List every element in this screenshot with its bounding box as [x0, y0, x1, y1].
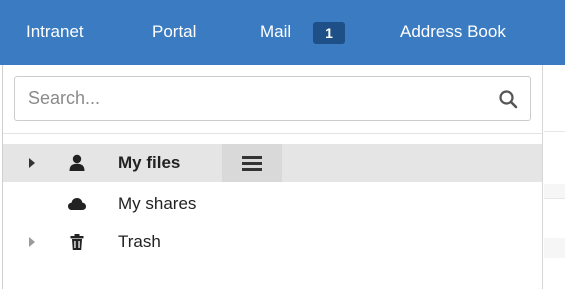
- search-box: [14, 76, 531, 121]
- file-browser-panel: My files My shares Trash: [2, 65, 543, 289]
- background-divider: [544, 198, 565, 199]
- user-icon: [69, 154, 85, 171]
- nav-mail[interactable]: Mail: [260, 20, 291, 44]
- item-menu-button[interactable]: [222, 144, 282, 182]
- hamburger-menu-icon: [242, 156, 262, 159]
- tree-item-trash[interactable]: Trash: [3, 223, 542, 261]
- panel-divider: [3, 133, 542, 134]
- tree-item-my-files[interactable]: My files: [3, 144, 542, 182]
- trash-icon: [70, 234, 84, 250]
- background-divider: [544, 131, 565, 132]
- hamburger-menu-icon: [242, 162, 262, 165]
- tree-item-label: Trash: [118, 232, 161, 251]
- tree-item-my-shares[interactable]: My shares: [3, 185, 542, 223]
- expand-caret-icon[interactable]: [29, 237, 35, 247]
- hamburger-menu-icon: [242, 168, 262, 171]
- search-input[interactable]: [16, 78, 486, 119]
- mail-unread-badge: 1: [313, 22, 345, 44]
- tree-item-label: My files: [118, 153, 181, 172]
- top-navbar: Intranet Portal Mail 1 Address Book: [0, 0, 565, 65]
- nav-portal[interactable]: Portal: [152, 20, 196, 44]
- expand-caret-icon[interactable]: [29, 158, 35, 168]
- nav-intranet[interactable]: Intranet: [26, 20, 84, 44]
- background-row: [544, 184, 565, 198]
- search-icon[interactable]: [498, 89, 518, 109]
- app-window: Intranet Portal Mail 1 Address Book Sear…: [0, 0, 565, 289]
- background-row: [544, 238, 565, 258]
- tree-item-label: My shares: [118, 194, 197, 213]
- nav-address-book[interactable]: Address Book: [400, 20, 506, 44]
- cloud-icon: [68, 198, 86, 210]
